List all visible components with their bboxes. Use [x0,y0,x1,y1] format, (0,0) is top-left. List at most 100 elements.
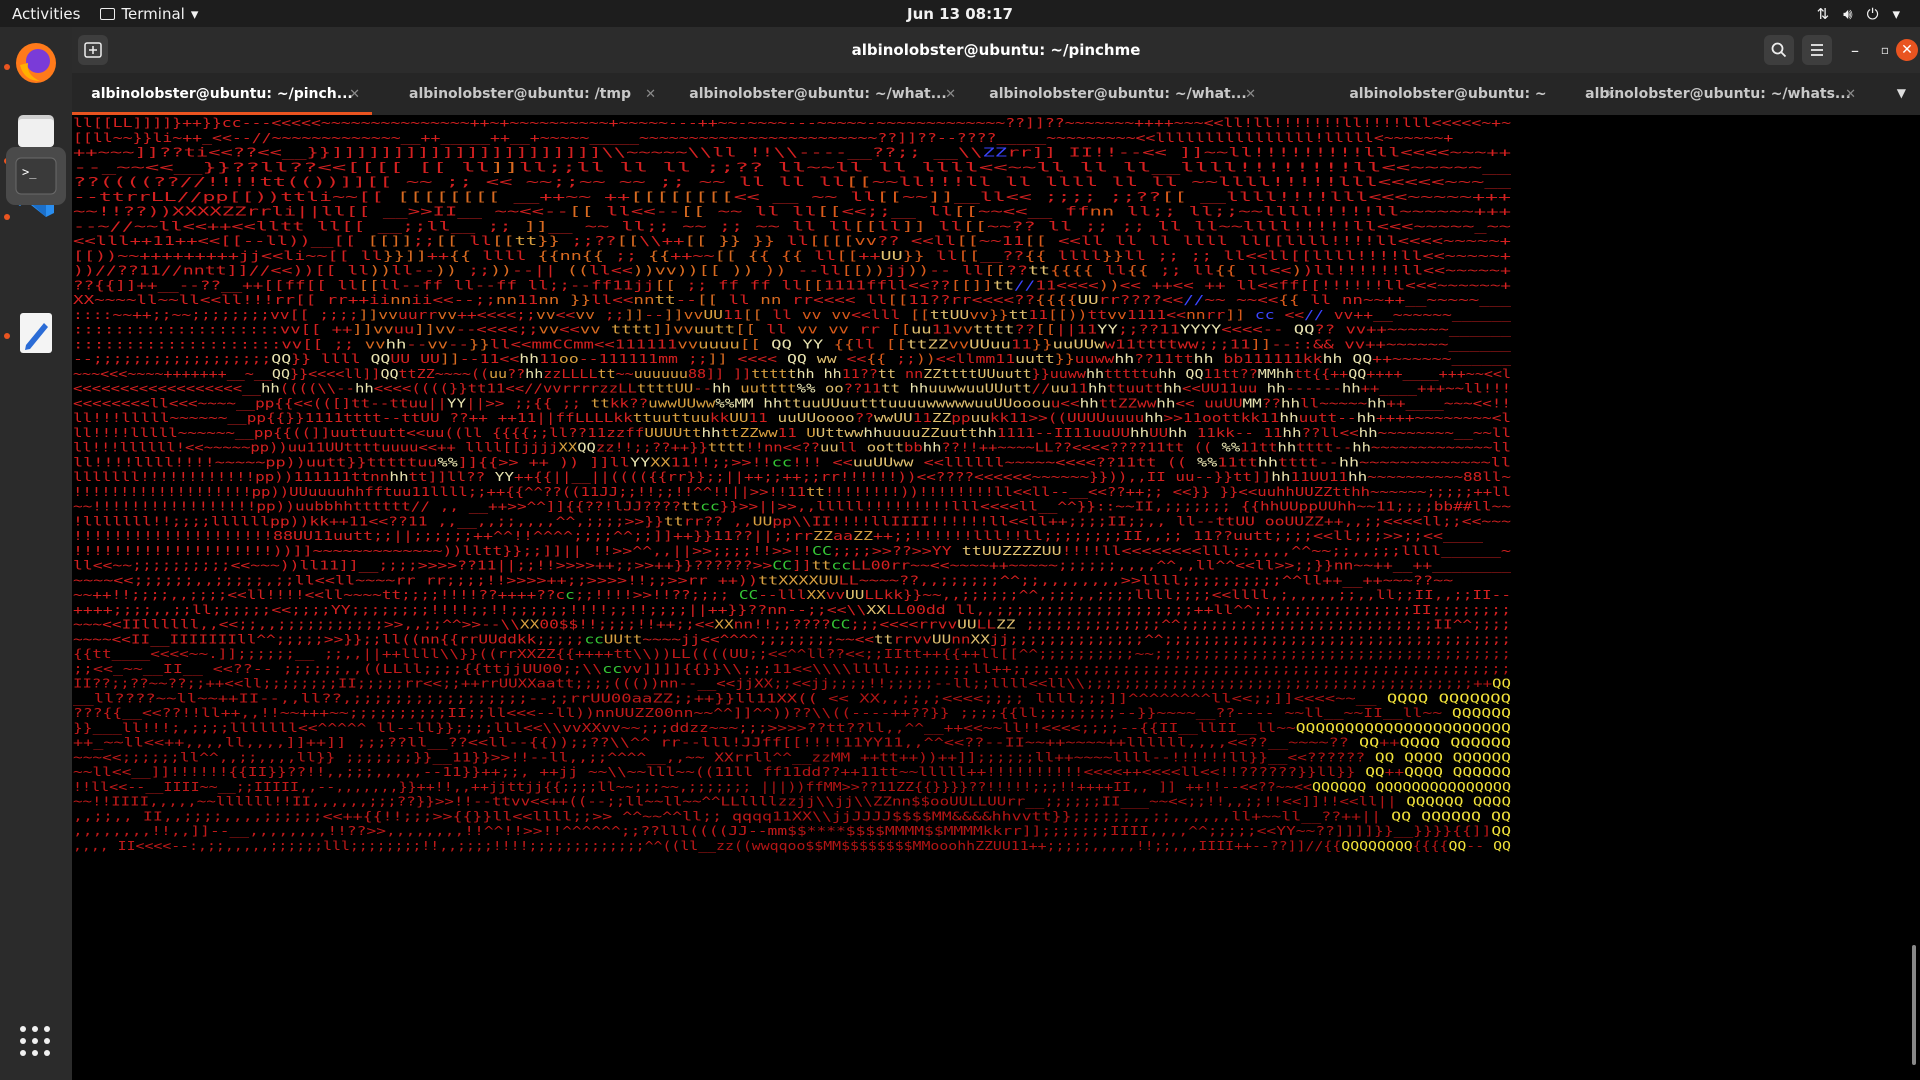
ascii-art-line: ::::::::::::::::::::vv[[ ++]]vv uu]]vv --<… [73,322,1512,337]
ascii-art-line: --~//~~ll<<++<<lltt ll[[ __;;ll__ ;; ]] _… [73,218,1511,233]
ascii-art-line: ll!!!!lllll~~~~~~__pp{{((]]uuttuutt<<uu(… [73,425,1511,440]
running-indicator [4,333,10,339]
ascii-art-line: !!ll<<--__IIII~~__;;IIIII,,--,,,,,,,}}++… [73,779,1511,794]
window-title: albinolobster@ubuntu: ~/pinchme [851,41,1141,59]
window-titlebar[interactable]: albinolobster@ubuntu: ~/pinchme – ▫ ✕ [72,27,1920,73]
tab-what-1[interactable]: albinolobster@ubuntu: ~/what... ✕ [668,73,968,115]
close-icon[interactable]: ✕ [645,87,656,102]
tab-bar: albinolobster@ubuntu: ~/pinch... ✕ albin… [72,73,1920,115]
ascii-art-line: ??{{]]++__--??__++[[ff[[ ll[[ll--ff ll--… [73,277,1511,292]
ascii-art-line: --ttrrLL//pp[[))ttli~~[[ [[[[[[[[ __++~~… [73,189,1511,204]
ascii-art-line: !!!!!!!!!!!!!!!!!!!!88UU11uutt;;||;;;;;;… [73,528,1484,543]
ascii-art-line: ++_~~ll<<++,,,,ll,,,,]]++]] ;;;??ll__??<… [73,735,1511,750]
tab-pinchme[interactable]: albinolobster@ubuntu: ~/pinch... ✕ [72,73,372,115]
tab-label: albinolobster@ubuntu: /tmp [409,86,631,102]
tab-label: albinolobster@ubuntu: ~/whats... [1585,86,1851,102]
ascii-art-line: ~~~<<IIllllll,,<<;;,,;;;;;;;;;;;>>,,;;^^… [73,617,1511,632]
tab-tmp[interactable]: albinolobster@ubuntu: /tmp ✕ [372,73,668,115]
app-menu-label: Terminal [121,4,185,23]
chevron-down-icon[interactable]: ▼ [1897,86,1906,100]
ascii-art-line: ~~~<<<~~~~+++++++__~__ QQ}}<<<<ll]] QQ ttZZ… [73,366,1511,381]
ascii-art-line: --;;;;;;;;;;;;;;;;;; QQ}} llll QQ UU UU]] -… [73,351,1512,366]
system-tray[interactable]: ⇅ 🔊︎ ⏻ ▾ [1817,5,1900,23]
close-icon[interactable]: ✕ [1245,87,1256,102]
terminal-window: albinolobster@ubuntu: ~/pinchme – ▫ ✕ al… [72,27,1920,1080]
firefox-icon[interactable] [12,39,60,87]
ascii-art-line: ~~++!!;;;;,,;;;;<<ll!!!!<<ll~~~~tt;;;;!!… [73,587,1511,602]
ascii-art-line: ~~~~<<;;;;;;,,;;;;;,;;ll<<ll~~~~rr rr;;;… [73,572,1453,587]
ascii-art-line: [[))~~+++++++++jj<<li~~[[ ll}}]] ++{{ lll… [73,248,1511,263]
chevron-down-icon: ▾ [190,4,199,23]
ascii-art-line: ,,,, II<<<<--:,;;,,,,,;;;;;;lll;;;;;;;;!… [73,838,1511,853]
ascii-art-line: ,,;;,, II,,;;;;,,,,;;;;;;<<++{{!!;;;>>{{… [73,808,1511,823]
ascii-art-line: ;;<<_~~__II__ <<??-- ;;;;;;,,((LLll;;;;{… [73,661,1511,676]
tab-label: albinolobster@ubuntu: ~/pinch... [91,86,353,102]
ascii-art-line: ll!!!llllll!<<~~~~~pp))uu11UUttttuuuu<<+… [73,440,1511,455]
running-indicator [4,214,10,220]
ascii-art-line: ~~~~<<II__IIIIIIIll^^;;;;;>>}};;ll((nn{{… [73,631,1511,646]
ascii-art-line: <<<<<<<<ll<<<~~~~__pp{{<<(([]tt--ttuu|| Y… [73,395,1511,410]
ascii-art-line: ~~!!??))XXXXZZrrli||ll[[ __>>II__ ~~<<--… [73,204,1511,219]
clock[interactable]: Jun 13 08:17 [907,5,1013,23]
tab-label: albinolobster@ubuntu: ~ [1349,86,1547,102]
terminal-output[interactable]: ll[[LL]]]]}++}}cc---<<<<<~~~~~~~~~~~~~~~… [72,115,1920,1080]
power-icon: ⏻ [1866,4,1879,23]
close-icon[interactable]: ✕ [349,87,360,102]
ascii-art-line: __ll????~~ll~~++II--,,ll??,;;;;;;;;;;;;;… [73,690,1511,705]
ascii-art-line: ll!!!!llll!!!!~~~~~pp))uutt}}tttttuu%%]]… [73,454,1511,469]
top-bar: Activities Terminal ▾ Jun 13 08:17 ⇅ 🔊︎ … [0,0,1920,27]
ascii-art-line: ++~~~]]??ti<<??<<__}}]]]]]]]]]]]]]]]]]]]… [73,145,1511,160]
ascii-art-line: }}___ll!!!;,;;;;lllllll<<^^^^^ ll--ll}};… [73,720,1511,735]
search-icon[interactable] [1764,35,1794,65]
scrollbar[interactable] [1912,945,1916,1065]
ascii-art: ll[[LL]]]]}++}}cc---<<<<<~~~~~~~~~~~~~~~… [73,115,1512,853]
terminal-icon[interactable]: >_ [6,147,66,205]
ascii-art-line: ~~ll<<__]]!!!!!!{{II}}??!!,,;;;,,,,,--11… [73,764,1511,779]
ascii-art-line: <<lll++11++<<[[--ll))__[[ [[]];;[[ ll[[t… [73,233,1511,248]
tab-label: albinolobster@ubuntu: ~/what... [989,86,1247,102]
running-indicator [4,64,10,70]
ascii-art-line: <<<<<<<<<<<<<<<<<<__ hh ((((\\-- hh <<<<((((… [73,381,1511,396]
close-icon[interactable]: ✕ [1896,39,1918,61]
ascii-art-line: ll[[LL]]]]}++}}cc---<<<<<~~~~~~~~~~~~~~~… [73,115,1511,130]
text-editor-icon[interactable] [12,309,60,357]
ascii-art-line: lllllll!!!!!!!!!!!!pp))111111ttnn hh tt]]l… [73,469,1511,484]
hamburger-menu-icon[interactable] [1802,35,1832,65]
ascii-art-line: [[ll~~}}li~++_<<--//~~~~~~~~~~~~~__++___… [73,130,1453,145]
ascii-art-line: --_~~<<__}}??ll??<<[[[[ [[ ll]] ll;;ll ll… [73,159,1512,174]
dock: >_ [0,27,72,1080]
chevron-down-icon: ▾ [1892,4,1900,23]
ascii-art-line: !lllllll!!;;;;llllllpp))kk++11<<??11 ,,_… [73,513,1511,528]
show-applications-icon[interactable] [20,1026,52,1058]
terminal-app-icon [100,7,116,20]
activities-button[interactable]: Activities [0,5,92,23]
ascii-art-line: ll!!!lllll~~~~~~__pp{{}}1111tttt--ttUU ?… [73,410,1511,425]
minimize-icon[interactable]: – [1840,35,1870,65]
close-icon[interactable]: ✕ [1845,87,1856,102]
ascii-art-line: ~~!!!!!!!!!!!!!!!!!pp))uubbhhtttttt// ,,… [73,499,1511,514]
ascii-art-line: !!!!!!!!!!!!!!!!!!!pp))UUuuuuhhfftuu11ll… [73,484,1511,499]
app-menu[interactable]: Terminal ▾ [92,5,198,23]
svg-text:>_: >_ [22,165,37,179]
tab-whats[interactable]: albinolobster@ubuntu: ~/whats... ✕ [1568,73,1868,115]
ascii-art-line: ~~~<<;;;;;;ll^^,,;;,,,,ll}} ;;;;;;;}}__1… [73,749,1511,764]
ascii-art-line: ::::::::::::::::::::vv[[ ;; vv hh -- vv --}}… [73,336,1512,351]
new-tab-icon[interactable] [78,35,108,65]
volume-icon: 🔊︎ [1843,4,1853,23]
ascii-art-line: ???{{__<<??!!ll++,,!!~~+++~~;;;;;;;;;;II… [73,705,1511,720]
ascii-art-line: II??;;??~~??;;++<<ll;;;;;;;;II;;;;;rr<<;… [73,676,1511,691]
tab-label: albinolobster@ubuntu: ~/what... [689,86,947,102]
ascii-art-line: {{tt____<<<<~~.]];;;;;;__ ;;,,||++llll\\… [73,646,1511,661]
ascii-art-line: XX~~~~ll~~ll<<ll!!!rr[[ rr++ii nn ii<<--;;… [73,292,1512,307]
ascii-art-line: ll<<~~;;;;;;;;;;<<~~~))ll11]]__;;;;>>>>?… [73,558,1512,573]
ascii-art-line: ))//??11//nntt]]//<<))[[ ll)) ll--)) ;;))… [73,263,1511,278]
ascii-art-line: ~~!!IIII,,,,,~~llllll!!II,,,,,,;;;??}}>>… [73,794,1511,809]
tab-what-2[interactable]: albinolobster@ubuntu: ~/what... ✕ [968,73,1268,115]
close-icon[interactable]: ✕ [945,87,956,102]
network-icon: ⇅ [1816,4,1830,23]
ascii-art-line: ,,,,,,,,!!,,]]--__,,,,,,,,!!??>>,,,,,,,,… [73,823,1511,838]
ascii-art-line: !!!!!!!!!!!!!!!!!!!!))]]~~~~~~~~~~~~~))l… [73,543,1511,558]
ascii-art-line: ::::~~++;;~~;;;;;;;;vv[[ ;;;;]]vv uurr vv +… [73,307,1512,322]
ascii-art-line: ??((((??//!!!!tt(())]][[ ~~ ;; << ~~;;~~… [73,174,1512,189]
ascii-art-line: ++++;;;;,,;;ll;;;;;;<<;;;;YY;;;;;;;;!!!!… [73,602,1511,617]
